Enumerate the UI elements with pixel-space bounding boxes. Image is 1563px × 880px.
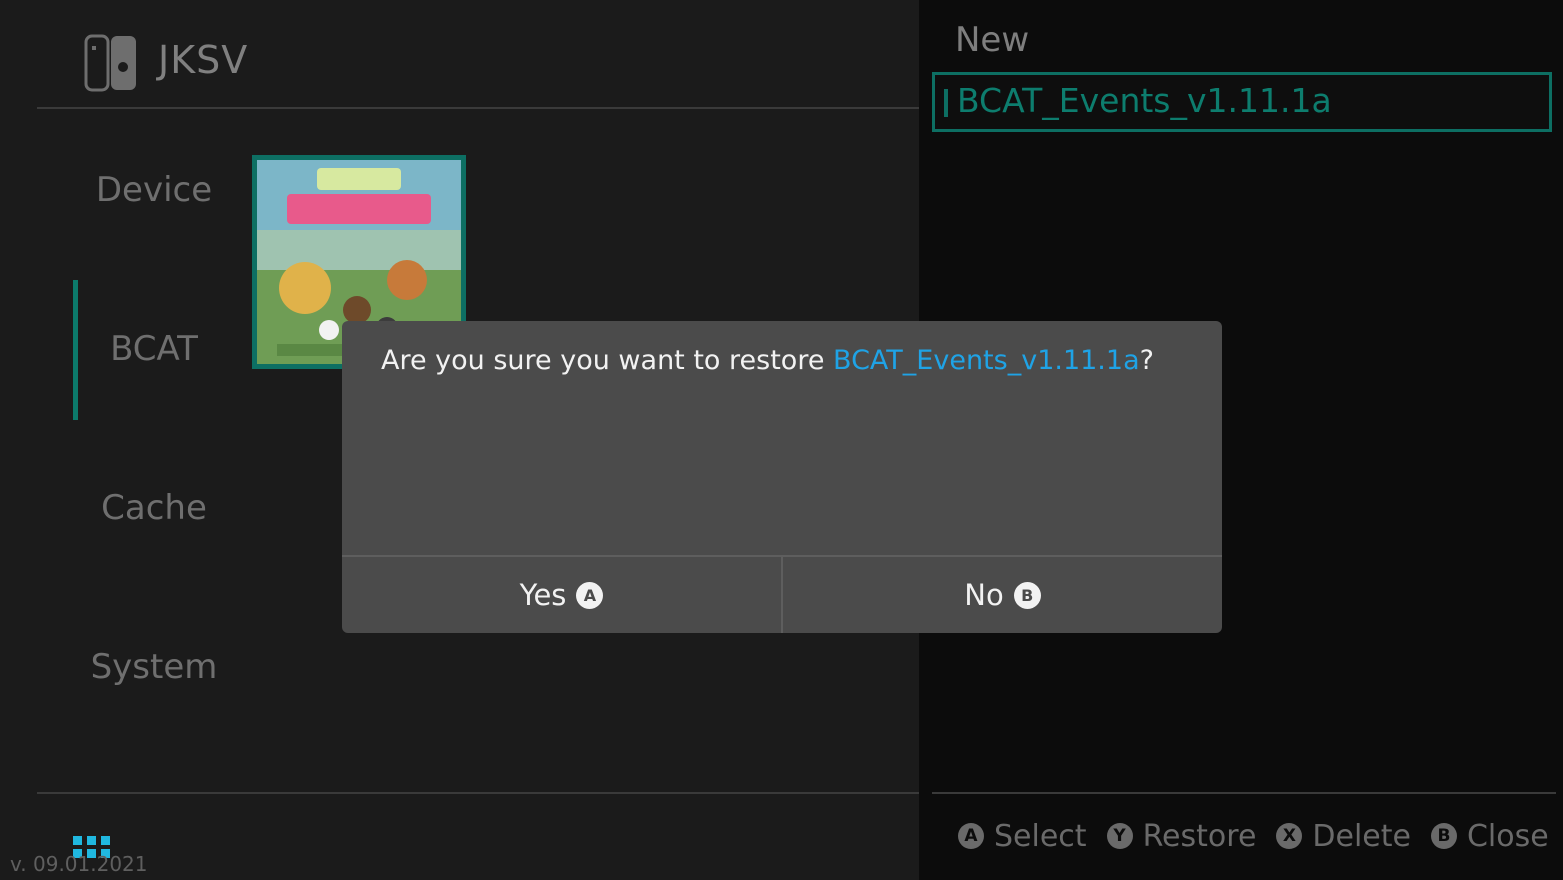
sidebar-item-cache[interactable]: Cache: [54, 488, 254, 528]
list-item-label: BCAT_Events_v1.11.1a: [957, 81, 1332, 120]
a-button-icon: A: [958, 823, 984, 849]
file-list-header: New: [955, 20, 1030, 60]
close-label: Close: [1466, 818, 1549, 854]
app-title: JKSV: [158, 38, 249, 82]
restore-control[interactable]: Y Restore: [1106, 818, 1257, 854]
sidebar-item-bcat[interactable]: BCAT: [54, 329, 254, 369]
delete-label: Delete: [1312, 818, 1411, 854]
a-button-icon: A: [576, 581, 604, 609]
footer-divider-left: [37, 792, 919, 794]
select-control[interactable]: A Select: [958, 819, 1087, 854]
yes-button[interactable]: Yes A: [342, 557, 781, 633]
dialog-message-suffix: ?: [1139, 345, 1154, 376]
control-hints: A Select Y Restore X Delete B Close: [958, 816, 1549, 856]
header-divider: [37, 107, 919, 109]
list-item[interactable]: BCAT_Events_v1.11.1a: [932, 72, 1552, 132]
selection-cursor: [944, 89, 948, 117]
b-button-icon: B: [1430, 823, 1457, 849]
x-button-icon: X: [1276, 823, 1303, 849]
footer-divider-right: [932, 792, 1556, 794]
dialog-message-prefix: Are you sure you want to restore: [381, 345, 834, 376]
yes-label: Yes: [519, 578, 567, 612]
b-button-icon: B: [1013, 581, 1041, 609]
dialog-message-highlight: BCAT_Events_v1.11.1a: [833, 345, 1140, 376]
version-label: v. 09.01.2021: [10, 852, 148, 876]
confirm-dialog: Are you sure you want to restore BCAT_Ev…: [342, 321, 1222, 633]
sidebar-item-system[interactable]: System: [54, 647, 254, 687]
select-label: Select: [994, 818, 1087, 854]
switch-logo-icon: [84, 34, 136, 92]
sidebar-item-device[interactable]: Device: [54, 170, 254, 210]
y-button-icon: Y: [1106, 823, 1133, 849]
no-label: No: [964, 578, 1004, 612]
no-button[interactable]: No B: [783, 557, 1222, 633]
dialog-message: Are you sure you want to restore BCAT_Ev…: [381, 345, 1154, 376]
restore-label: Restore: [1142, 818, 1257, 854]
delete-control[interactable]: X Delete: [1276, 819, 1411, 854]
close-control[interactable]: B Close: [1430, 818, 1549, 854]
